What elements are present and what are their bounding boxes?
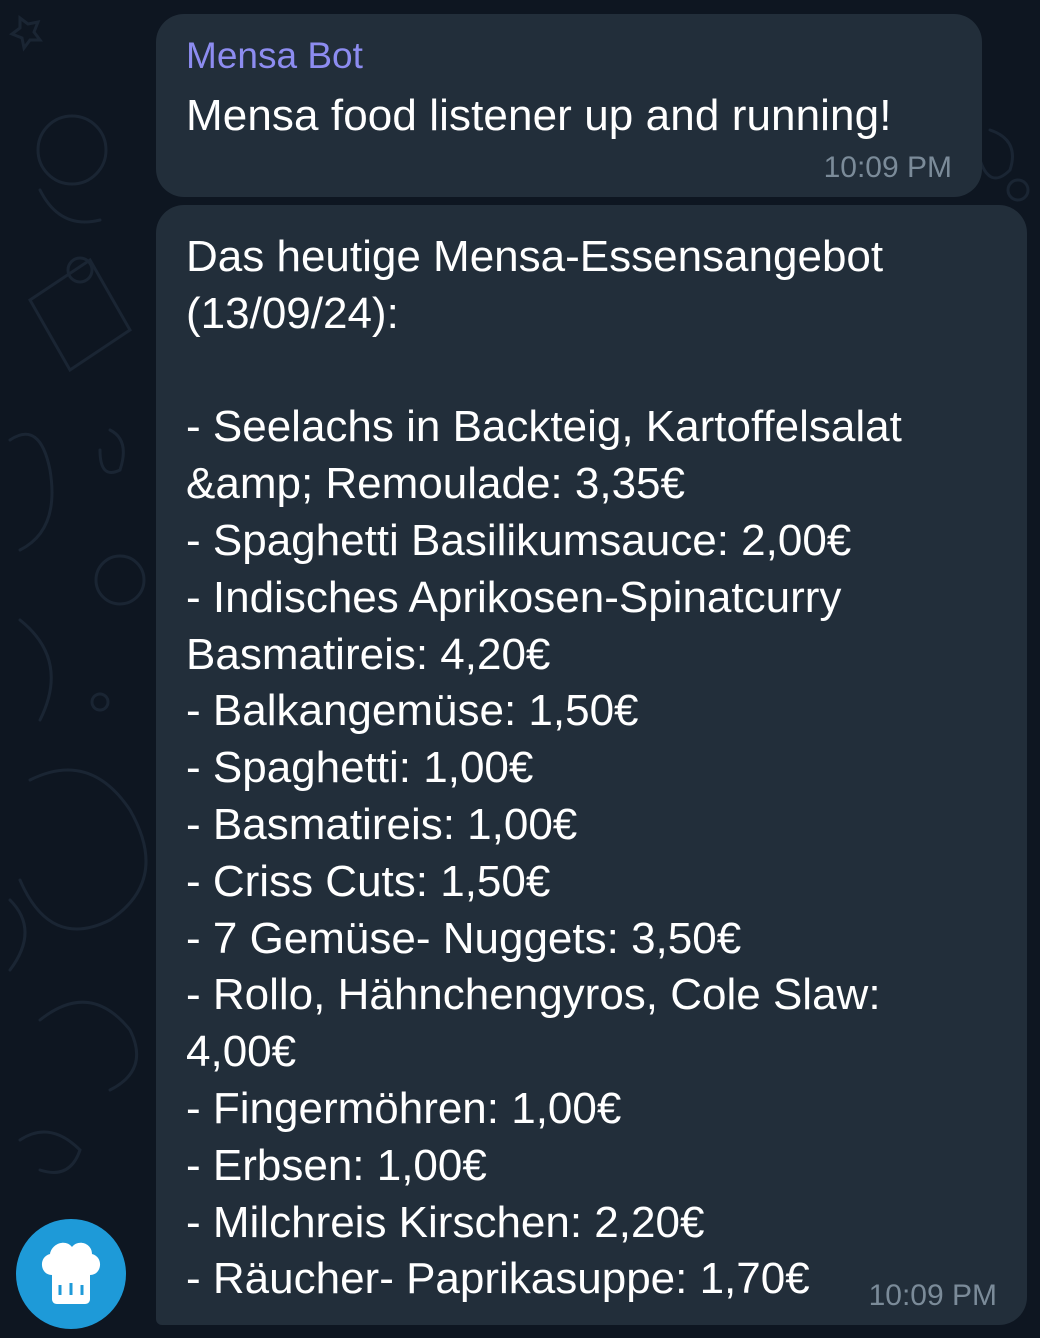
- chef-hat-icon: [41, 1242, 101, 1304]
- message-timestamp: 10:09 PM: [823, 151, 952, 184]
- message-line: - Indisches Aprikosen-Spinatcurry: [186, 572, 842, 622]
- message-line: - Milchreis Kirschen: 2,20€: [186, 1197, 705, 1247]
- message-line: - Spaghetti Basilikumsauce: 2,00€: [186, 515, 852, 565]
- message-bubble[interactable]: Das heutige Mensa-Essensangebot (13/09/2…: [156, 205, 1027, 1325]
- message-line: &amp; Remoulade: 3,35€: [186, 459, 685, 509]
- message-line: - Balkangemüse: 1,50€: [186, 686, 639, 736]
- message-line: [186, 343, 997, 400]
- message-line: Das heutige Mensa-Essensangebot: [186, 232, 884, 281]
- message-line: - 7 Gemüse- Nuggets: 3,50€: [186, 913, 742, 963]
- avatar[interactable]: [16, 1219, 126, 1329]
- sender-name[interactable]: Mensa Bot: [186, 34, 952, 78]
- message-line: Basmatireis: 4,20€: [186, 629, 551, 679]
- message-bubble[interactable]: Mensa Bot Mensa food listener up and run…: [156, 14, 982, 197]
- message-line: - Rollo, Hähnchengyros, Cole Slaw:: [186, 970, 881, 1020]
- message-timestamp: 10:09 PM: [868, 1279, 997, 1312]
- message-line: (13/09/24):: [186, 288, 399, 338]
- message-line: - Seelachs in Backteig, Kartoffelsalat: [186, 402, 902, 452]
- message-line: - Basmatireis: 1,00€: [186, 799, 578, 849]
- message-line: - Erbsen: 1,00€: [186, 1140, 487, 1190]
- message-line: - Criss Cuts: 1,50€: [186, 856, 551, 906]
- message-line: - Spaghetti: 1,00€: [186, 743, 534, 793]
- message-text: Das heutige Mensa-Essensangebot (13/09/2…: [186, 229, 997, 1308]
- message-line: 4,00€: [186, 1027, 297, 1077]
- chat-background: Mensa Bot Mensa food listener up and run…: [0, 0, 1040, 1338]
- message-text: Mensa food listener up and running!: [186, 91, 892, 140]
- message-line: - Fingermöhren: 1,00€: [186, 1083, 622, 1133]
